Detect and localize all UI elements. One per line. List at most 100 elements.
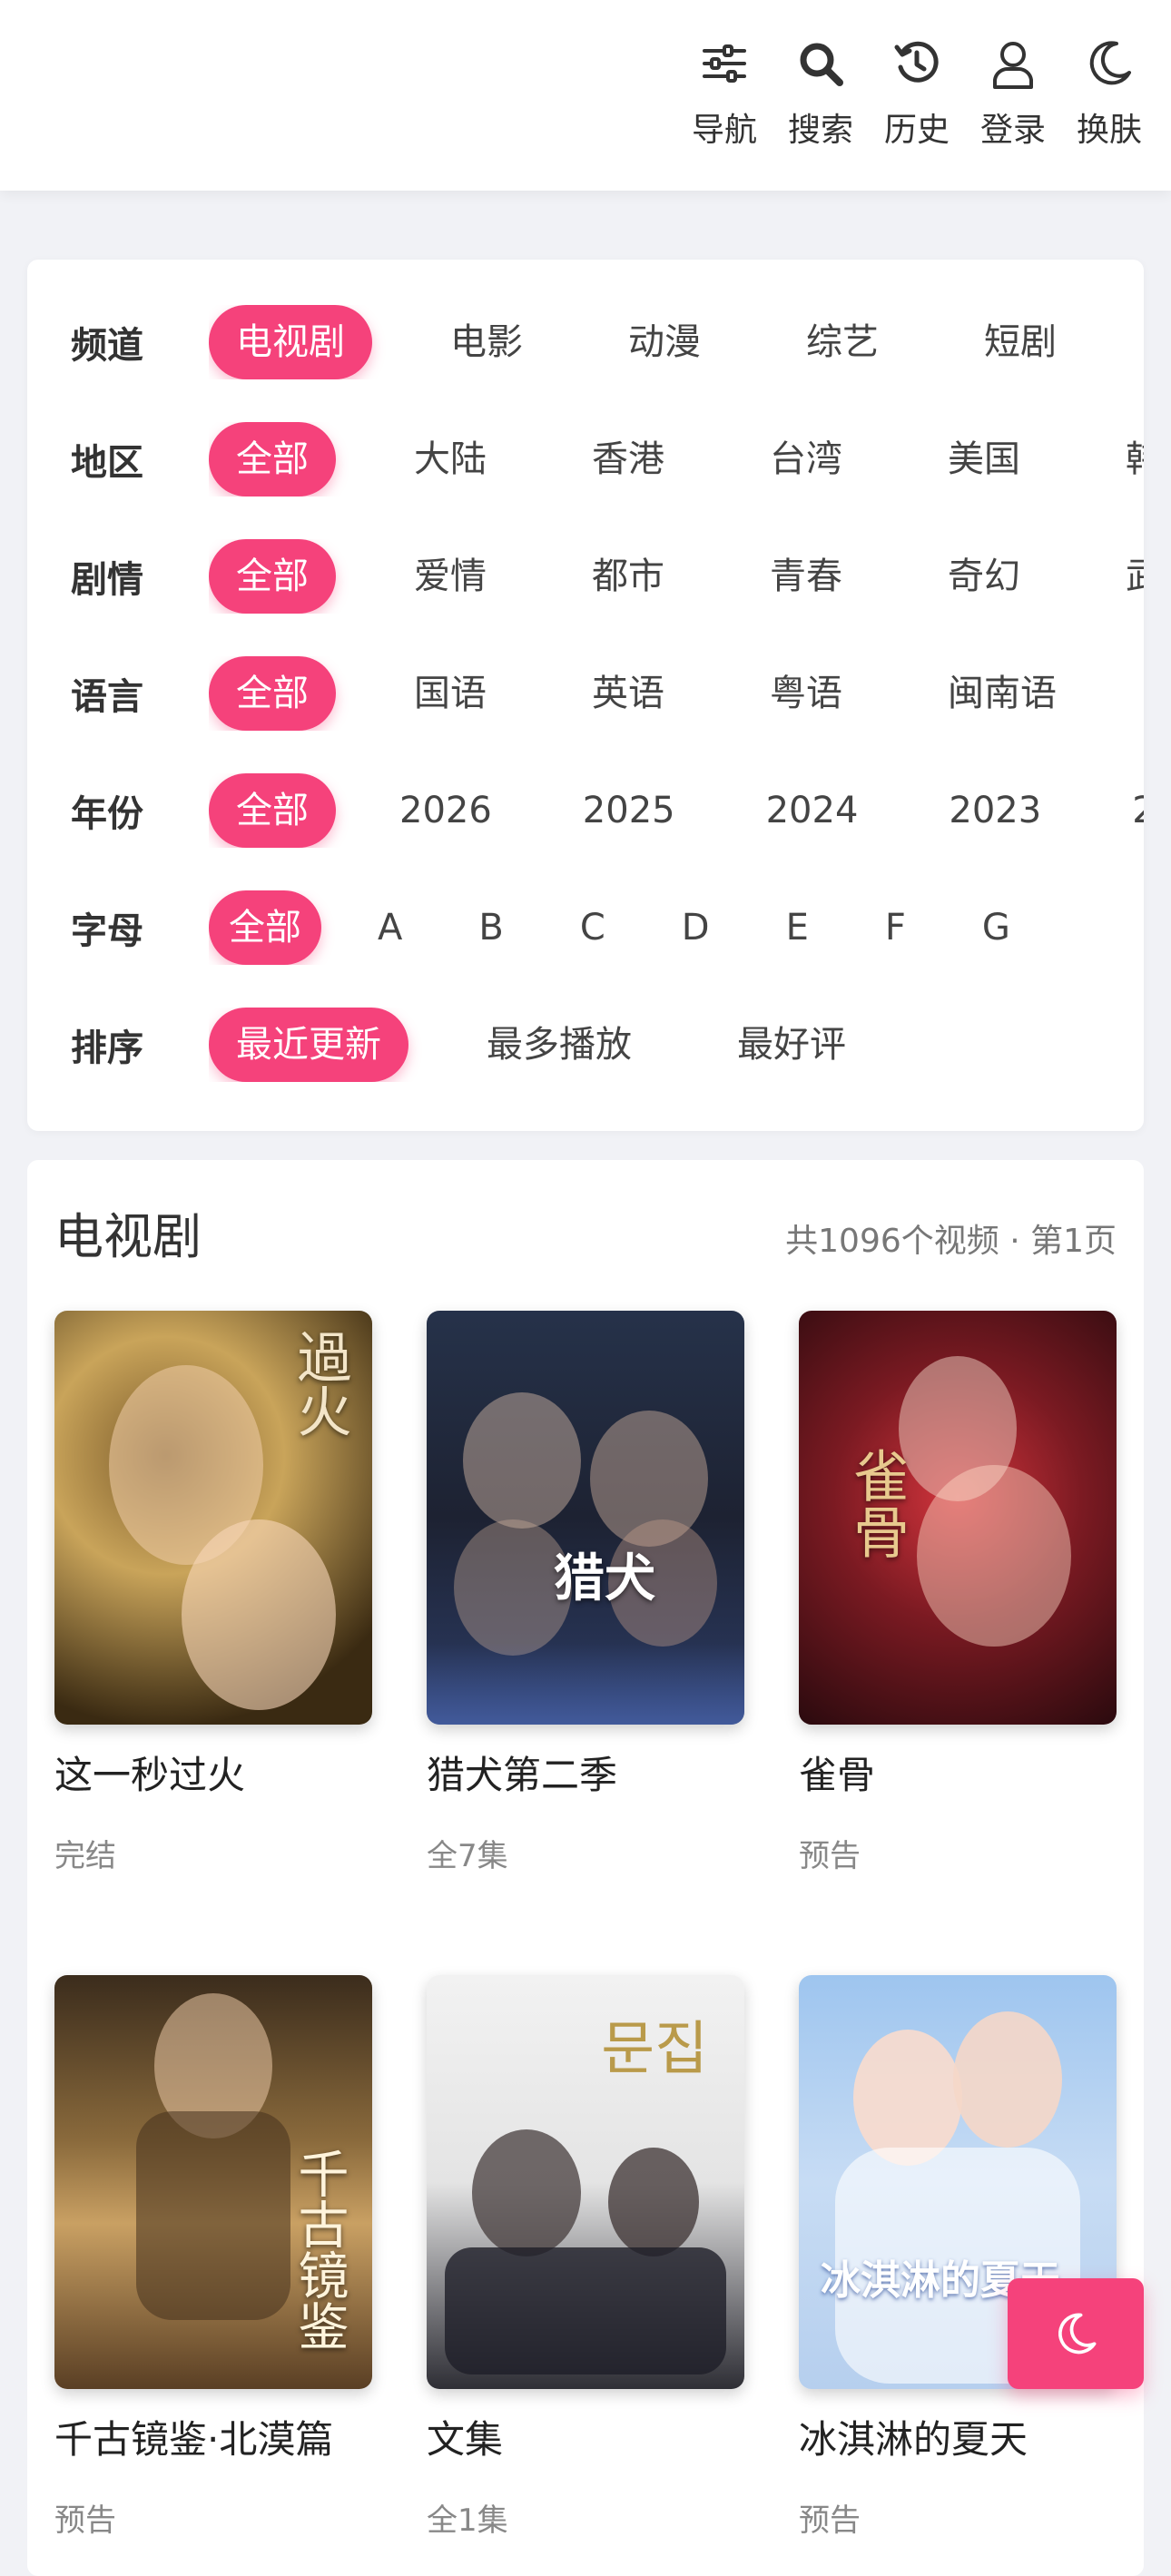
filter-option-region[interactable]: 香港 xyxy=(565,422,692,497)
filter-option-year-all[interactable]: 全部 xyxy=(209,773,336,848)
filter-option-language[interactable]: 粤语 xyxy=(743,656,870,731)
top-nav: 导航 搜索 历史 登录 换肤 xyxy=(681,36,1153,151)
video-status: 完结 xyxy=(54,1838,116,1874)
filter-option-region[interactable]: 美国 xyxy=(920,422,1048,497)
filter-option-region[interactable]: 大陆 xyxy=(387,422,514,497)
filter-row-sort: 排序 最近更新 最多播放 最好评 xyxy=(27,1004,1144,1086)
filter-label-letter: 字母 xyxy=(71,910,143,952)
video-status: 全7集 xyxy=(427,1838,508,1874)
video-poster[interactable]: 雀骨 xyxy=(799,1311,1117,1725)
filter-option-year[interactable]: 2022 xyxy=(1105,773,1144,848)
filter-option-genre[interactable]: 奇幻 xyxy=(920,539,1048,614)
sliders-icon xyxy=(703,44,746,83)
filter-option-genre[interactable]: 都市 xyxy=(565,539,692,614)
filter-option-letter[interactable]: C xyxy=(560,890,625,965)
video-card[interactable]: 冰淇淋的夏天 冰淇淋的夏天 预告 xyxy=(799,1975,1117,2540)
filter-label-channel: 频道 xyxy=(71,325,143,367)
nav-history-button[interactable]: 历史 xyxy=(873,36,960,151)
sort-option-latest[interactable]: 最近更新 xyxy=(209,1008,408,1082)
nav-login-button[interactable]: 登录 xyxy=(969,36,1057,151)
moon-icon xyxy=(1089,41,1131,85)
poster-title-art: 猎犬 xyxy=(554,1549,655,1608)
filter-option-region[interactable]: 韩国 xyxy=(1098,422,1144,497)
video-card[interactable]: 雀骨 雀骨 预告 xyxy=(799,1311,1117,1875)
filter-option-genre-all[interactable]: 全部 xyxy=(209,539,336,614)
nav-history-label: 历史 xyxy=(883,112,950,149)
video-poster[interactable]: 千古镜鉴 xyxy=(54,1975,372,2389)
filter-option-letter-all[interactable]: 全部 xyxy=(209,890,321,965)
nav-search-button[interactable]: 搜索 xyxy=(777,36,864,151)
filter-label-language: 语言 xyxy=(71,676,143,718)
video-title[interactable]: 猎犬第二季 xyxy=(427,1745,744,1800)
video-title[interactable]: 这一秒过火 xyxy=(54,1745,372,1800)
nav-login-label: 登录 xyxy=(979,112,1046,149)
sort-option-most-played[interactable]: 最多播放 xyxy=(459,1008,659,1082)
filter-option-language[interactable]: 英语 xyxy=(565,656,692,731)
filter-option-genre[interactable]: 武侠 xyxy=(1098,539,1144,614)
filter-option-letter[interactable]: E xyxy=(766,890,829,965)
video-poster[interactable]: 문집 xyxy=(427,1975,744,2389)
filter-option-letter[interactable]: D xyxy=(662,890,730,965)
filter-option-letter[interactable]: G xyxy=(962,890,1030,965)
filter-row-language: 语言 全部 国语 英语 粤语 闽南语 韩语 xyxy=(27,653,1144,734)
nav-guide-button[interactable]: 导航 xyxy=(681,36,768,151)
search-icon xyxy=(800,43,843,86)
theme-toggle-button[interactable] xyxy=(1008,2278,1144,2389)
filter-row-year: 年份 全部 2026 2025 2024 2023 2022 xyxy=(27,770,1144,851)
filter-option-tv[interactable]: 电视剧 xyxy=(209,305,372,379)
filter-option-language[interactable]: 闽南语 xyxy=(920,656,1084,731)
filter-option-region-all[interactable]: 全部 xyxy=(209,422,336,497)
filter-option-movie[interactable]: 电影 xyxy=(423,305,550,379)
filter-option-anime[interactable]: 动漫 xyxy=(601,305,728,379)
filter-panel: 频道 电视剧 电影 动漫 综艺 短剧 地区 全部 大陆 香港 台湾 美国 韩国 … xyxy=(27,260,1144,1131)
filter-label-year: 年份 xyxy=(71,793,143,835)
video-status: 预告 xyxy=(54,2502,116,2539)
sort-option-top-rated[interactable]: 最好评 xyxy=(710,1008,873,1082)
filter-option-language[interactable]: 韩语 xyxy=(1135,656,1144,731)
filter-option-letter[interactable]: A xyxy=(358,890,422,965)
filter-option-variety[interactable]: 综艺 xyxy=(779,305,906,379)
filter-option-year[interactable]: 2026 xyxy=(372,773,519,848)
filter-option-letter[interactable]: F xyxy=(865,890,926,965)
poster-title-art: 문집 xyxy=(601,2016,708,2083)
moon-icon xyxy=(1058,2313,1097,2355)
filter-option-year[interactable]: 2023 xyxy=(921,773,1068,848)
video-title[interactable]: 文集 xyxy=(427,2409,744,2464)
filter-option-region[interactable]: 台湾 xyxy=(743,422,870,497)
video-card[interactable]: 문집 文集 全1集 xyxy=(427,1975,744,2540)
filter-option-year[interactable]: 2025 xyxy=(556,773,703,848)
poster-title-art: 過火 xyxy=(288,1329,351,1438)
filter-option-language[interactable]: 国语 xyxy=(387,656,514,731)
video-title[interactable]: 雀骨 xyxy=(799,1745,1117,1800)
filter-row-letter: 字母 全部 A B C D E F G xyxy=(27,887,1144,968)
filter-option-genre[interactable]: 青春 xyxy=(743,539,870,614)
video-poster[interactable]: 過火 xyxy=(54,1311,372,1725)
filter-label-genre: 剧情 xyxy=(71,559,143,601)
video-title[interactable]: 千古镜鉴·北漠篇 xyxy=(54,2409,372,2464)
filter-label-sort: 排序 xyxy=(71,1027,143,1069)
filter-row-genre: 剧情 全部 爱情 都市 青春 奇幻 武侠 xyxy=(27,536,1144,617)
poster-title-art: 雀骨 xyxy=(843,1447,910,1559)
video-status: 预告 xyxy=(799,2502,861,2539)
video-poster[interactable]: 猎犬 xyxy=(427,1311,744,1725)
video-card[interactable]: 猎犬 猎犬第二季 全7集 xyxy=(427,1311,744,1875)
nav-search-label: 搜索 xyxy=(787,112,853,149)
filter-option-letter[interactable]: B xyxy=(458,890,523,965)
video-card[interactable]: 千古镜鉴 千古镜鉴·北漠篇 预告 xyxy=(54,1975,372,2540)
filter-label-region: 地区 xyxy=(71,442,143,484)
user-icon xyxy=(993,42,1033,89)
video-card[interactable]: 過火 这一秒过火 完结 xyxy=(54,1311,372,1875)
top-header: 导航 搜索 历史 登录 换肤 xyxy=(0,0,1171,191)
filter-row-region: 地区 全部 大陆 香港 台湾 美国 韩国 xyxy=(27,418,1144,500)
video-status: 全1集 xyxy=(427,2502,508,2539)
video-title[interactable]: 冰淇淋的夏天 xyxy=(799,2409,1117,2464)
section-title: 电视剧 xyxy=(54,1208,202,1265)
result-count: 共1096个视频 · 第1页 xyxy=(785,1223,1117,1260)
filter-option-year[interactable]: 2024 xyxy=(739,773,886,848)
nav-theme-button[interactable]: 换肤 xyxy=(1066,36,1153,151)
video-list-panel: 电视剧 共1096个视频 · 第1页 過火 这一秒过火 完结 猎犬 猎犬第二季 … xyxy=(27,1160,1144,2576)
filter-option-short[interactable]: 短剧 xyxy=(957,305,1084,379)
filter-option-genre[interactable]: 爱情 xyxy=(387,539,514,614)
filter-option-language-all[interactable]: 全部 xyxy=(209,656,336,731)
nav-guide-label: 导航 xyxy=(691,112,757,149)
